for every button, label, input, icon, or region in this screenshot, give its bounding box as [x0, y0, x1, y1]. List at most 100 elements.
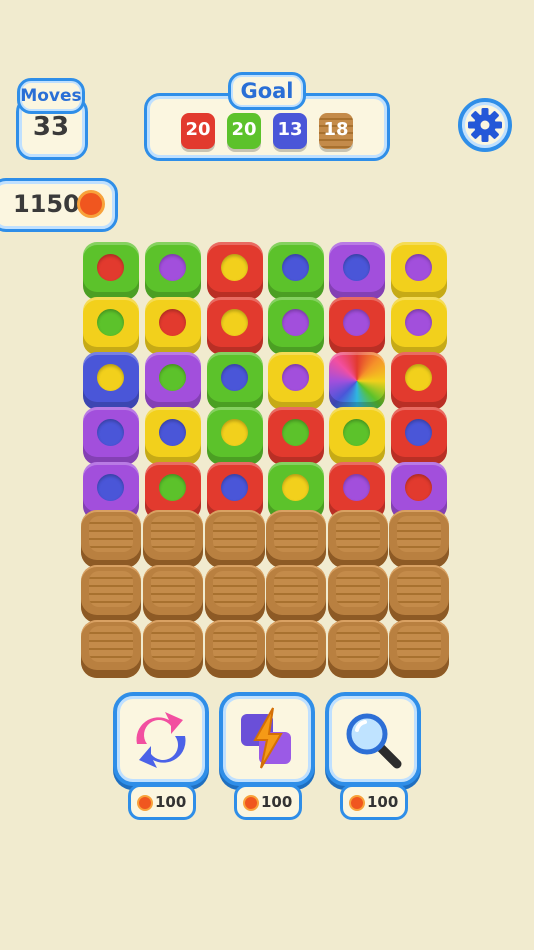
board-tile[interactable] [145, 297, 201, 355]
booster-shuffle-price: 100 [128, 784, 196, 820]
coin-icon [77, 190, 105, 218]
wood-crate [81, 565, 141, 623]
moves-label: Moves [17, 78, 85, 114]
wood-crate [81, 620, 141, 678]
gear-icon [468, 108, 502, 142]
wood-crate [389, 565, 449, 623]
coin-icon [243, 794, 259, 811]
tile-dot [343, 419, 370, 446]
wood-plank [397, 516, 441, 552]
board-tile[interactable] [391, 407, 447, 465]
coin-value: 1150 [13, 190, 80, 218]
board-tile[interactable] [268, 407, 324, 465]
board-tile[interactable] [207, 242, 263, 300]
booster-shuffle-button[interactable] [113, 692, 209, 786]
wood-crate [389, 510, 449, 568]
goal-item-red: 20 [181, 113, 215, 149]
wood-plank [151, 626, 195, 662]
wood-plank [151, 516, 195, 552]
wood-crate [328, 620, 388, 678]
board-tile[interactable] [145, 407, 201, 465]
tile-dot [343, 474, 370, 501]
tile-dot [97, 254, 124, 281]
board-tile[interactable] [207, 297, 263, 355]
settings-button[interactable] [458, 98, 512, 152]
tile-dot [405, 474, 432, 501]
board-tile[interactable] [268, 352, 324, 410]
tile-dot [343, 309, 370, 336]
wood-crate [328, 565, 388, 623]
booster-lightning-button[interactable] [219, 692, 315, 786]
wood-plank [213, 626, 257, 662]
board-tile[interactable] [391, 297, 447, 355]
tile-dot [405, 254, 432, 281]
tile-dot [159, 309, 186, 336]
tile-dot [97, 309, 124, 336]
coin-counter: 1150 [0, 178, 118, 232]
wood-crate [143, 620, 203, 678]
tile-dot [221, 309, 248, 336]
board-tile[interactable] [207, 407, 263, 465]
board-tile[interactable] [145, 242, 201, 300]
goal-item-blue: 13 [273, 113, 307, 149]
board-tile[interactable] [83, 407, 139, 465]
rainbow-tile[interactable] [329, 352, 385, 410]
tile-dot [405, 419, 432, 446]
wood-plank [336, 516, 380, 552]
tile-dot [97, 419, 124, 446]
booster-magnifier-price: 100 [340, 784, 408, 820]
wood-crate [205, 510, 265, 568]
board-tile[interactable] [329, 407, 385, 465]
wood-plank [89, 571, 133, 607]
wood-plank [336, 626, 380, 662]
tile-dot [282, 474, 309, 501]
tile-dot [159, 254, 186, 281]
wood-plank [89, 626, 133, 662]
wood-crate [266, 620, 326, 678]
booster-magnifier-button[interactable] [325, 692, 421, 786]
board-tile[interactable] [329, 242, 385, 300]
tile-dot [282, 309, 309, 336]
tile-dot [221, 364, 248, 391]
wood-crate [266, 565, 326, 623]
wood-plank [89, 516, 133, 552]
board-tile[interactable] [145, 352, 201, 410]
board-tile[interactable] [268, 242, 324, 300]
board-tile[interactable] [83, 242, 139, 300]
wood-plank [336, 571, 380, 607]
wood-crate [143, 510, 203, 568]
tile-dot [405, 364, 432, 391]
tile-dot [282, 364, 309, 391]
wood-crate [389, 620, 449, 678]
wood-plank [213, 516, 257, 552]
wood-crate [328, 510, 388, 568]
wood-crate [81, 510, 141, 568]
tile-dot [221, 419, 248, 446]
board-tile[interactable] [391, 242, 447, 300]
tile-dot [97, 364, 124, 391]
wood-plank [274, 571, 318, 607]
magnifier-icon [346, 713, 402, 769]
tile-dot [159, 419, 186, 446]
coin-icon [137, 794, 153, 811]
tile-dot [343, 254, 370, 281]
shuffle-arrows-icon [136, 712, 186, 768]
tile-dot [282, 254, 309, 281]
wood-crate [205, 620, 265, 678]
goal-label: Goal [228, 72, 306, 110]
wood-crate [266, 510, 326, 568]
board-tile[interactable] [83, 297, 139, 355]
board-tile[interactable] [329, 297, 385, 355]
wood-plank [397, 626, 441, 662]
board-tile[interactable] [391, 352, 447, 410]
board-tile[interactable] [207, 352, 263, 410]
board-tile[interactable] [268, 297, 324, 355]
tile-dot [97, 474, 124, 501]
coin-icon [349, 794, 365, 811]
tile-dot [282, 419, 309, 446]
tile-dot [159, 364, 186, 391]
wood-plank [213, 571, 257, 607]
tile-dot [405, 309, 432, 336]
tile-dot [159, 474, 186, 501]
board-tile[interactable] [83, 352, 139, 410]
